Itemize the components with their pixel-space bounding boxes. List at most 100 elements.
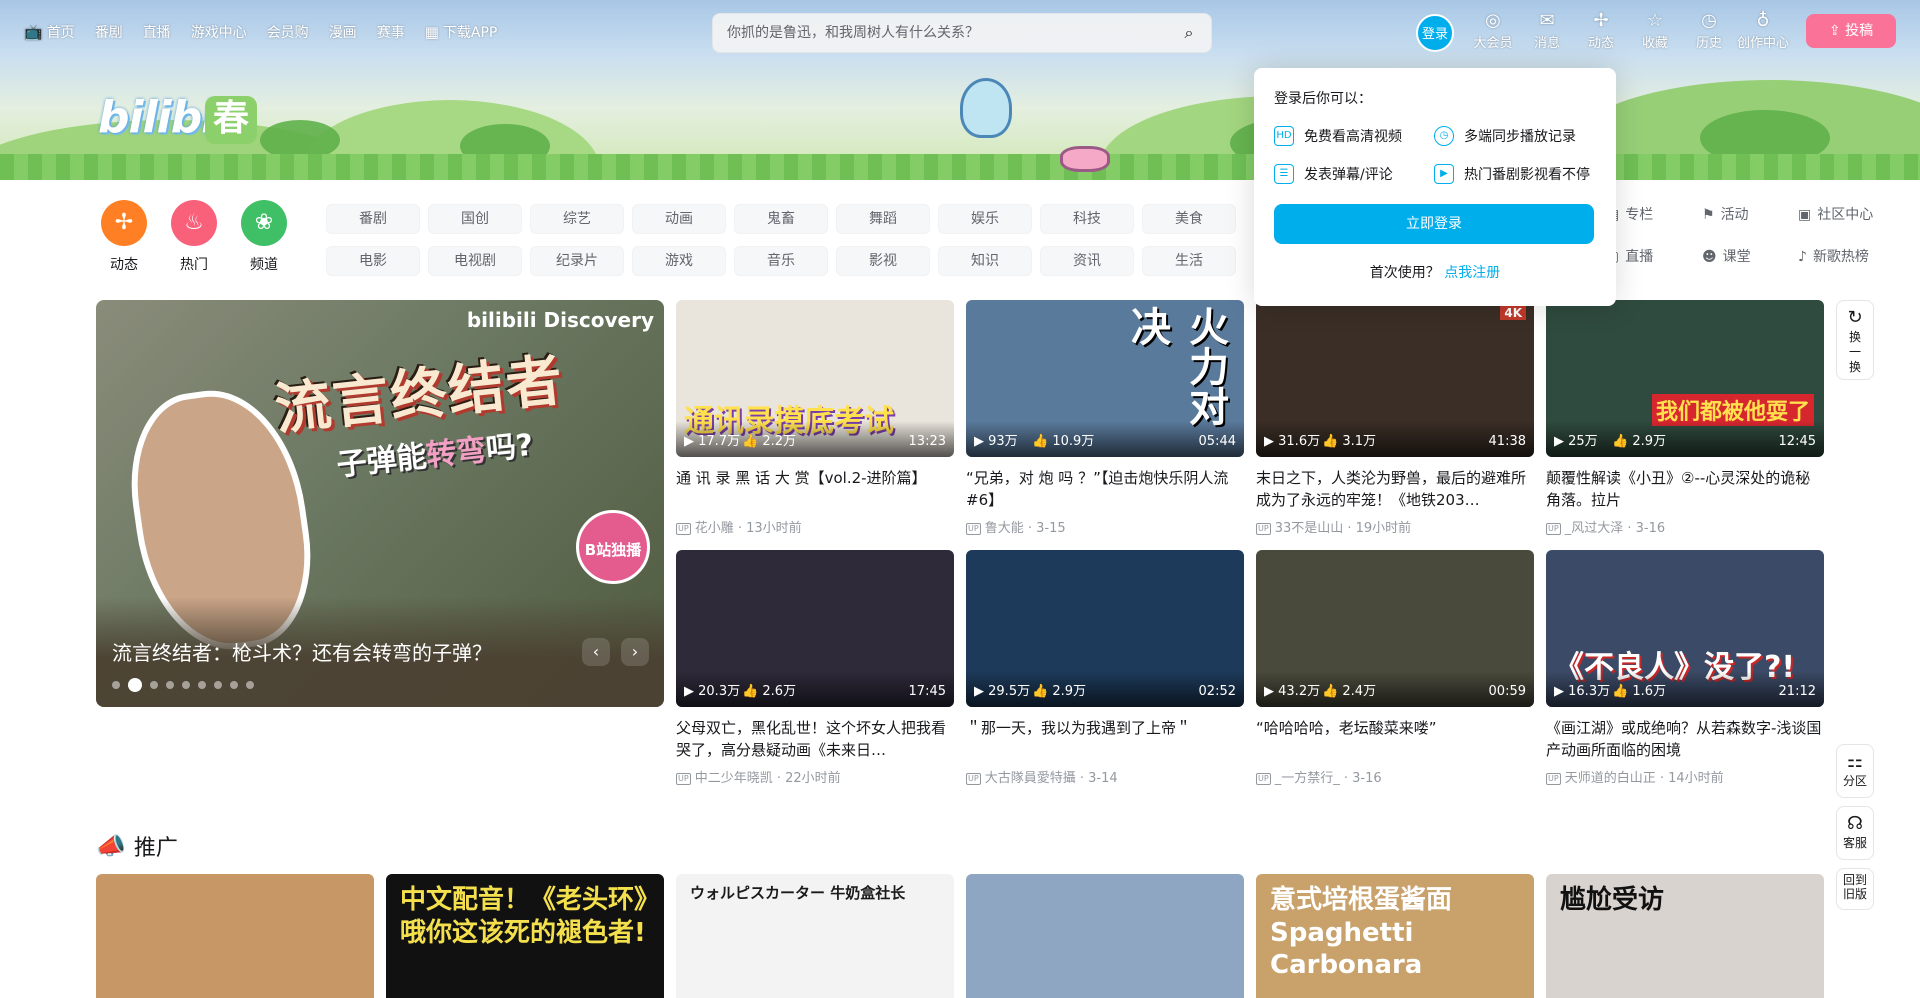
video-author[interactable]: 鲁大能 (985, 521, 1024, 536)
channel-extra-live[interactable]: ▢直播 (1606, 246, 1694, 268)
upload-button[interactable]: ⇪ 投稿 (1806, 14, 1896, 48)
nav-anime[interactable]: 番剧 (95, 22, 123, 42)
video-title[interactable]: 《画江湖》或成绝响？从若森数字-浅谈国产动画所面临的困境 (1546, 717, 1824, 761)
channel-tag[interactable]: 科技 (1040, 204, 1134, 234)
channel-tag[interactable]: 美食 (1142, 204, 1236, 234)
video-thumbnail[interactable]: ▶ 20.3万 👍 2.6万 17:45 (676, 550, 954, 707)
channel-tag[interactable]: 电影 (326, 246, 420, 276)
video-title[interactable]: “哈哈哈哈，老坛酸菜来喽” (1256, 717, 1534, 761)
nav-dynamics[interactable]: ✢ 动态 (1574, 10, 1628, 51)
video-author[interactable]: 中二少年晓凯 (695, 771, 773, 786)
carousel-dot[interactable] (182, 681, 190, 689)
carousel-dot[interactable] (214, 681, 222, 689)
video-card[interactable]: ▶ 43.2万 👍 2.4万 00:59 “哈哈哈哈，老坛酸菜来喽” UP _一方禁行_ … (1256, 550, 1534, 786)
video-thumbnail[interactable]: 通讯录摸底考试▶ 17.7万👍 2.2万13:23 (676, 300, 954, 457)
channel-tag[interactable]: 纪录片 (530, 246, 624, 276)
channel-tag[interactable]: 资讯 (1040, 246, 1134, 276)
promo-card[interactable]: ウォルピスカーター 牛奶盒社长 (676, 874, 954, 998)
video-card[interactable]: ▶ 29.5万 👍 2.9万 02:52 ＂那一天，我以为我遇到了上帝＂ UP 大古隊員愛… (966, 550, 1244, 786)
carousel-dot[interactable] (150, 681, 158, 689)
carousel-dot[interactable] (246, 681, 254, 689)
video-title[interactable]: 通 讯 录 黑 话 大 赏【vol.2-进阶篇】 (676, 467, 954, 511)
carousel-dot[interactable] (230, 681, 238, 689)
refresh-button[interactable]: ↻ 换一换 (1836, 300, 1874, 380)
channel-hot[interactable]: ♨ 热门 (166, 200, 222, 274)
channel-tag[interactable]: 国创 (428, 204, 522, 234)
carousel-dot-active[interactable] (128, 678, 142, 692)
promo-card[interactable] (966, 874, 1244, 998)
search-icon[interactable]: ⌕ (1175, 19, 1203, 47)
nav-game-center[interactable]: 游戏中心 (191, 22, 247, 42)
customer-service-button[interactable]: ☊ 客服 (1836, 806, 1874, 860)
video-card[interactable]: 火力对决 ▶ 93万 👍 10.9万 05:44 “兄弟，对 炮 吗 ？”【迫击炮快乐阴… (966, 300, 1244, 536)
channel-tag[interactable]: 生活 (1142, 246, 1236, 276)
channel-extra-class[interactable]: ☻ 课堂 (1702, 246, 1790, 268)
video-author[interactable]: _一方禁行_ (1275, 771, 1340, 786)
register-link[interactable]: 点我注册 (1444, 265, 1500, 281)
video-author[interactable]: 天师道的白山正 (1565, 771, 1656, 786)
channel-tag[interactable]: 游戏 (632, 246, 726, 276)
channel-tag[interactable]: 番剧 (326, 204, 420, 234)
video-card[interactable]: ▶ 20.3万 👍 2.6万 17:45 父母双亡，黑化乱世！这个坏女人把我看哭了，高… (676, 550, 954, 786)
carousel-prev-button[interactable]: ‹ (582, 638, 610, 666)
video-title[interactable]: 末日之下，人类沦为野兽，最后的避难所成为了永远的牢笼！《地铁203… (1256, 467, 1534, 511)
nav-history[interactable]: ◷ 历史 (1682, 10, 1736, 51)
video-thumbnail[interactable]: 我们都被他耍了 ▶ 25万 👍 2.9万 12:45 (1546, 300, 1824, 457)
video-thumbnail[interactable]: 4K ▶ 31.6万 👍 3.1万 41:38 (1256, 300, 1534, 457)
promo-card[interactable]: 尴尬受访 (1546, 874, 1824, 998)
video-thumbnail[interactable]: 火力对决 ▶ 93万 👍 10.9万 05:44 (966, 300, 1244, 457)
video-thumbnail[interactable]: ▶ 43.2万 👍 2.4万 00:59 (1256, 550, 1534, 707)
nav-live[interactable]: 直播 (143, 22, 171, 42)
carousel-next-button[interactable]: › (621, 638, 649, 666)
nav-creator-center[interactable]: ♁ 创作中心 (1736, 10, 1790, 51)
video-card[interactable]: 通讯录摸底考试▶ 17.7万👍 2.2万13:23 通 讯 录 黑 话 大 赏【v… (676, 300, 954, 536)
login-now-button[interactable]: 立即登录 (1274, 204, 1594, 244)
channel-tag[interactable]: 动画 (632, 204, 726, 234)
nav-messages[interactable]: ✉ 消息 (1520, 10, 1574, 51)
channel-tag[interactable]: 综艺 (530, 204, 624, 234)
channel-tag[interactable]: 鬼畜 (734, 204, 828, 234)
video-author[interactable]: 33不是山山 (1275, 521, 1344, 536)
video-thumbnail[interactable]: ▶ 29.5万 👍 2.9万 02:52 (966, 550, 1244, 707)
video-author[interactable]: 花小雕 (695, 521, 734, 536)
channel-extra-article[interactable]: ▤专栏 (1606, 204, 1694, 226)
promo-card[interactable]: 意式培根蛋酱面 Spaghetti Carbonara (1256, 874, 1534, 998)
login-avatar[interactable]: 登录 (1416, 14, 1454, 52)
nav-download-app[interactable]: ▦ 下载APP (425, 22, 498, 42)
video-title[interactable]: “兄弟，对 炮 吗 ？”【迫击炮快乐阴人流#6】 (966, 467, 1244, 511)
channel-tag[interactable]: 影视 (836, 246, 930, 276)
video-card[interactable]: 《不良人》没了?! ▶ 16.3万 👍 1.6万 21:12 《画江湖》或成绝响？从若森… (1546, 550, 1824, 786)
search-input[interactable] (727, 14, 1157, 52)
channel-extra-community[interactable]: ▣ 社区中心 (1798, 204, 1886, 226)
channel-tag[interactable]: 娱乐 (938, 204, 1032, 234)
nav-esports[interactable]: 赛事 (377, 22, 405, 42)
video-card[interactable]: 我们都被他耍了 ▶ 25万 👍 2.9万 12:45 颠覆性解读《小丑》②--心灵深处的… (1546, 300, 1824, 536)
video-title[interactable]: 颠覆性解读《小丑》②--心灵深处的诡秘角落。拉片 (1546, 467, 1824, 511)
channel-dynamics[interactable]: ✢ 动态 (96, 200, 152, 274)
nav-home[interactable]: 📺 首页 (24, 22, 75, 42)
nav-vip[interactable]: ◎ 大会员 (1466, 10, 1520, 51)
channel-tag[interactable]: 电视剧 (428, 246, 522, 276)
nav-favorites[interactable]: ☆ 收藏 (1628, 10, 1682, 51)
carousel-dot[interactable] (198, 681, 206, 689)
carousel-dot[interactable] (166, 681, 174, 689)
nav-manga[interactable]: 漫画 (329, 22, 357, 42)
channel-tag[interactable]: 知识 (938, 246, 1032, 276)
hero-carousel[interactable]: bilibili Discovery 流言终结者 子弹能转弯吗? B站独播 流言… (96, 300, 664, 707)
video-title[interactable]: 父母双亡，黑化乱世！这个坏女人把我看哭了，高分悬疑动画《未来日… (676, 717, 954, 761)
channel-extra-music-chart[interactable]: ♪ 新歌热榜 (1798, 246, 1886, 268)
video-author[interactable]: 大古隊員愛特攝 (985, 771, 1076, 786)
video-title[interactable]: ＂那一天，我以为我遇到了上帝＂ (966, 717, 1244, 761)
video-author[interactable]: _风过大泽 (1565, 521, 1624, 536)
promo-card[interactable] (96, 874, 374, 998)
nav-mall[interactable]: 会员购 (267, 22, 309, 42)
carousel-caption[interactable]: 流言终结者：枪斗术？还有会转弯的子弹？ (112, 637, 492, 666)
channel-tag[interactable]: 舞蹈 (836, 204, 930, 234)
channel-channels[interactable]: ❀ 频道 (236, 200, 292, 274)
video-card[interactable]: 4K ▶ 31.6万 👍 3.1万 41:38 末日之下，人类沦为野兽，最后的避难所成为… (1256, 300, 1534, 536)
carousel-dot[interactable] (112, 681, 120, 689)
video-thumbnail[interactable]: 《不良人》没了?! ▶ 16.3万 👍 1.6万 21:12 (1546, 550, 1824, 707)
partition-button[interactable]: ⚏ 分区 (1836, 744, 1874, 798)
channel-tag[interactable]: 音乐 (734, 246, 828, 276)
old-version-button[interactable]: 回到旧版 (1836, 868, 1874, 910)
